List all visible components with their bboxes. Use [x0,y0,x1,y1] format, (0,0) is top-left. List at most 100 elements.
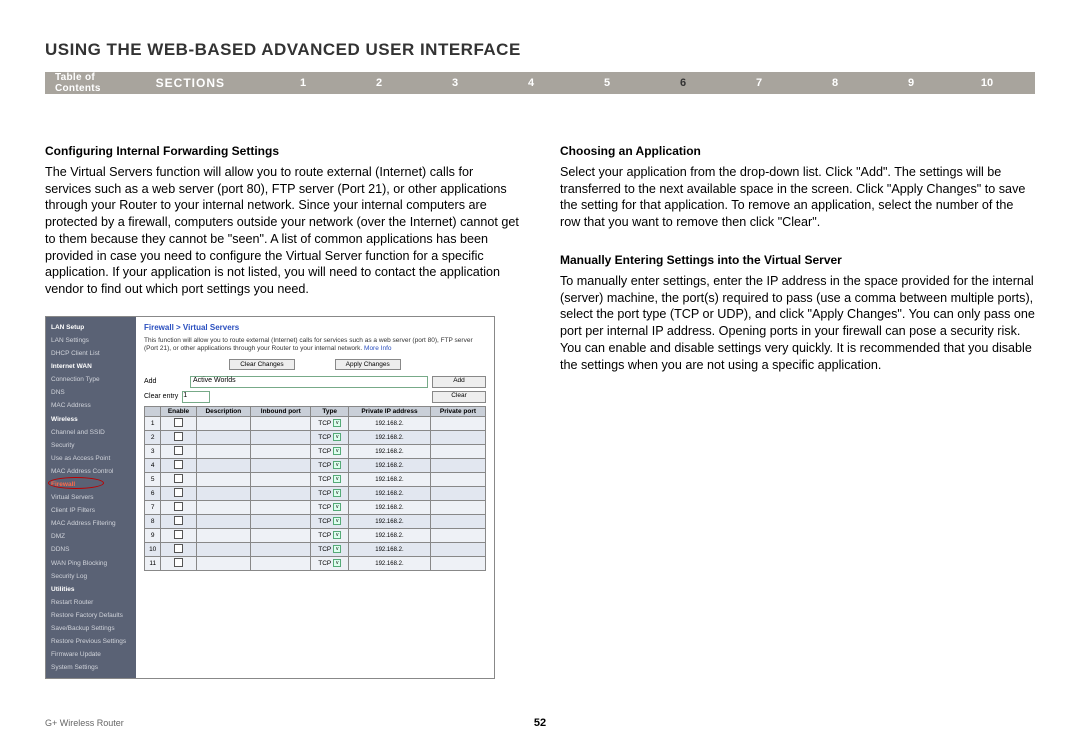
sidebar-item[interactable]: Save/Backup Settings [46,622,136,635]
chevron-down-icon[interactable]: v [333,447,341,455]
checkbox-icon[interactable] [174,474,183,483]
private-ip-cell[interactable]: 192.168.2. [348,444,430,458]
sidebar-item[interactable]: Restore Factory Defaults [46,609,136,622]
sidebar-item[interactable]: Security [46,439,136,452]
checkbox-icon[interactable] [174,530,183,539]
chevron-down-icon[interactable]: v [333,461,341,469]
nav-section-2[interactable]: 2 [341,77,417,89]
sidebar-item[interactable]: DDNS [46,543,136,556]
type-cell[interactable]: TCP v [311,486,348,500]
private-ip-cell[interactable]: 192.168.2. [348,542,430,556]
sidebar-item[interactable]: DMZ [46,530,136,543]
inbound-port-cell[interactable] [251,458,311,472]
inbound-port-cell[interactable] [251,514,311,528]
nav-toc-link[interactable]: Table of Contents [55,72,116,94]
chevron-down-icon[interactable]: v [333,545,341,553]
sidebar-item[interactable]: Channel and SSID [46,426,136,439]
chevron-down-icon[interactable]: v [333,419,341,427]
private-ip-cell[interactable]: 192.168.2. [348,430,430,444]
sidebar-item[interactable]: Use as Access Point [46,452,136,465]
checkbox-icon[interactable] [174,502,183,511]
router-more-info-link[interactable]: More Info [364,345,391,352]
enable-cell[interactable] [161,486,196,500]
inbound-port-cell[interactable] [251,472,311,486]
description-cell[interactable] [196,430,251,444]
description-cell[interactable] [196,444,251,458]
description-cell[interactable] [196,416,251,430]
nav-section-3[interactable]: 3 [417,77,493,89]
private-ip-cell[interactable]: 192.168.2. [348,528,430,542]
chevron-down-icon[interactable]: v [333,475,341,483]
nav-section-1[interactable]: 1 [265,77,341,89]
clear-button[interactable]: Clear [432,391,486,403]
description-cell[interactable] [196,556,251,570]
enable-cell[interactable] [161,556,196,570]
chevron-down-icon[interactable]: v [333,559,341,567]
clear-changes-button[interactable]: Clear Changes [229,359,294,370]
sidebar-item[interactable]: Security Log [46,570,136,583]
enable-cell[interactable] [161,458,196,472]
private-ip-cell[interactable]: 192.168.2. [348,500,430,514]
sidebar-item[interactable]: Restart Router [46,596,136,609]
description-cell[interactable] [196,542,251,556]
private-ip-cell[interactable]: 192.168.2. [348,514,430,528]
sidebar-item[interactable]: LAN Setup [46,321,136,334]
nav-section-9[interactable]: 9 [873,77,949,89]
chevron-down-icon[interactable]: v [333,489,341,497]
checkbox-icon[interactable] [174,446,183,455]
private-port-cell[interactable] [430,514,485,528]
chevron-down-icon[interactable]: v [333,433,341,441]
sidebar-item[interactable]: System Settings [46,661,136,674]
description-cell[interactable] [196,472,251,486]
enable-cell[interactable] [161,430,196,444]
checkbox-icon[interactable] [174,558,183,567]
checkbox-icon[interactable] [174,488,183,497]
clear-entry-select[interactable]: 1 [182,391,210,403]
private-port-cell[interactable] [430,500,485,514]
private-ip-cell[interactable]: 192.168.2. [348,416,430,430]
inbound-port-cell[interactable] [251,556,311,570]
sidebar-item[interactable]: MAC Address Control [46,465,136,478]
inbound-port-cell[interactable] [251,500,311,514]
type-cell[interactable]: TCP v [311,556,348,570]
enable-cell[interactable] [161,416,196,430]
sidebar-item[interactable]: DHCP Client List [46,347,136,360]
type-cell[interactable]: TCP v [311,444,348,458]
nav-section-10[interactable]: 10 [949,77,1025,89]
description-cell[interactable] [196,514,251,528]
private-port-cell[interactable] [430,528,485,542]
description-cell[interactable] [196,486,251,500]
nav-section-7[interactable]: 7 [721,77,797,89]
enable-cell[interactable] [161,514,196,528]
enable-cell[interactable] [161,444,196,458]
add-button[interactable]: Add [432,376,486,388]
sidebar-item[interactable]: Restore Previous Settings [46,635,136,648]
nav-section-8[interactable]: 8 [797,77,873,89]
sidebar-item[interactable]: LAN Settings [46,334,136,347]
sidebar-item[interactable]: DNS [46,386,136,399]
inbound-port-cell[interactable] [251,486,311,500]
sidebar-item[interactable]: Firmware Update [46,648,136,661]
nav-section-6[interactable]: 6 [645,77,721,89]
add-application-select[interactable]: Active Worlds [190,376,428,388]
inbound-port-cell[interactable] [251,444,311,458]
sidebar-item[interactable]: Wireless [46,413,136,426]
nav-section-4[interactable]: 4 [493,77,569,89]
chevron-down-icon[interactable]: v [333,503,341,511]
inbound-port-cell[interactable] [251,542,311,556]
type-cell[interactable]: TCP v [311,458,348,472]
type-cell[interactable]: TCP v [311,430,348,444]
type-cell[interactable]: TCP v [311,542,348,556]
type-cell[interactable]: TCP v [311,500,348,514]
checkbox-icon[interactable] [174,516,183,525]
sidebar-item[interactable]: MAC Address [46,399,136,412]
chevron-down-icon[interactable]: v [333,531,341,539]
private-port-cell[interactable] [430,472,485,486]
private-port-cell[interactable] [430,430,485,444]
private-ip-cell[interactable]: 192.168.2. [348,486,430,500]
nav-section-5[interactable]: 5 [569,77,645,89]
checkbox-icon[interactable] [174,418,183,427]
private-port-cell[interactable] [430,458,485,472]
sidebar-item[interactable]: Firewall [46,478,136,491]
sidebar-item[interactable]: Utilities [46,583,136,596]
